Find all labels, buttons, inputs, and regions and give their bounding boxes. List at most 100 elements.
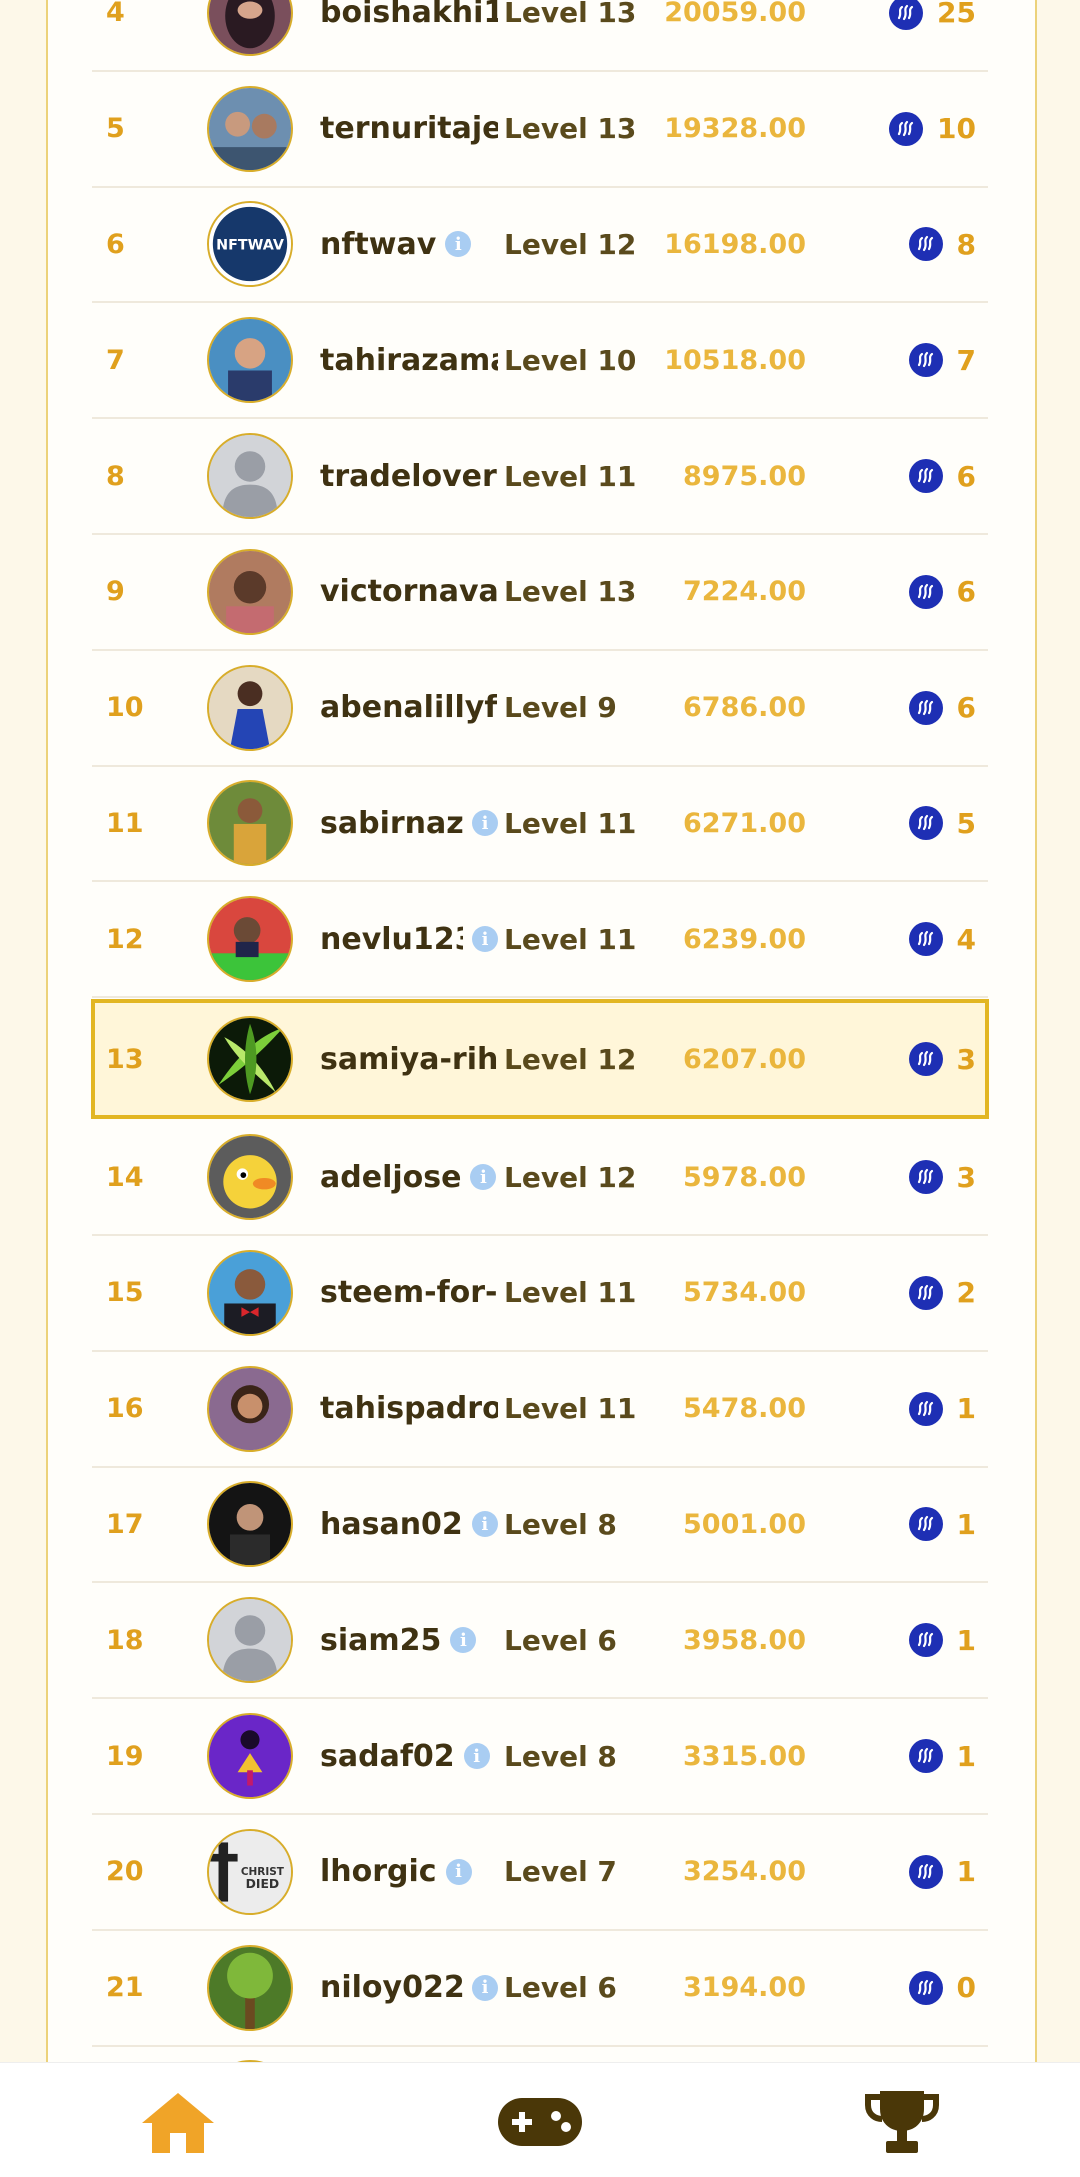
leaderboard-row[interactable]: 18 siam25 i Level 6 3958.00 1 bbox=[92, 1583, 988, 1700]
rank-number: 9 bbox=[106, 576, 125, 608]
username-cell[interactable]: steem-for- bbox=[320, 1236, 498, 1350]
leaderboard-row[interactable]: 6 NFTWAV nftwav i Level 12 16198.00 8 bbox=[92, 188, 988, 304]
user-avatar[interactable]: CHRIST DIED bbox=[207, 1828, 293, 1915]
username-cell[interactable]: nevlu123 i bbox=[320, 882, 498, 996]
user-level: Level 6 bbox=[504, 1971, 617, 2005]
username[interactable]: steem-for- bbox=[320, 1275, 498, 1310]
info-icon[interactable]: i bbox=[470, 1164, 497, 1191]
nav-games-button[interactable] bbox=[495, 2085, 585, 2159]
rank-number: 19 bbox=[106, 1740, 144, 1772]
username-cell[interactable]: abenalillyf bbox=[320, 651, 498, 765]
username-cell[interactable]: tahispadro bbox=[320, 1352, 498, 1466]
username[interactable]: samiya-rih bbox=[320, 1042, 498, 1077]
leaderboard-row[interactable]: 16 tahispadro Level 11 5478.00 1 bbox=[92, 1352, 988, 1468]
steem-reward: 4 bbox=[908, 882, 976, 996]
rank-number: 17 bbox=[106, 1508, 144, 1540]
user-avatar[interactable] bbox=[207, 780, 293, 867]
username[interactable]: ternuritajes bbox=[320, 111, 498, 146]
info-icon[interactable]: i bbox=[445, 231, 472, 258]
username[interactable]: victornava bbox=[320, 574, 498, 609]
leaderboard-row[interactable]: 12 nevlu123 i Level 11 6239.00 4 bbox=[92, 882, 988, 999]
info-icon[interactable]: i bbox=[445, 1858, 472, 1885]
info-icon[interactable]: i bbox=[472, 810, 498, 837]
username-cell[interactable]: sabirnaz i bbox=[320, 767, 498, 881]
leaderboard-row[interactable]: 17 hasan02 i Level 8 5001.00 1 bbox=[92, 1468, 988, 1584]
leaderboard-row[interactable]: 11 sabirnaz i Level 11 6271.00 5 bbox=[92, 767, 988, 883]
username[interactable]: boishakhi12 bbox=[320, 0, 498, 30]
reward-amount: 8 bbox=[956, 227, 976, 261]
leaderboard-row[interactable]: 20 CHRIST DIED lhorgic i Level 7 3254.00 1 bbox=[92, 1815, 988, 1931]
user-avatar[interactable] bbox=[207, 1016, 293, 1103]
username-cell[interactable]: victornava bbox=[320, 535, 498, 649]
username-cell[interactable]: nftwav i bbox=[320, 188, 498, 302]
username[interactable]: siam25 bbox=[320, 1623, 441, 1658]
home-icon bbox=[142, 2093, 214, 2153]
username[interactable]: lhorgic bbox=[320, 1854, 437, 1889]
username-cell[interactable]: tahirazaman bbox=[320, 303, 498, 417]
username[interactable]: sadaf02 bbox=[320, 1739, 455, 1774]
username-cell[interactable]: adeljose i bbox=[320, 1120, 498, 1234]
username[interactable]: nftwav bbox=[320, 227, 436, 262]
user-avatar[interactable] bbox=[207, 548, 293, 635]
reward-amount: 3 bbox=[956, 1042, 976, 1076]
username[interactable]: hasan02 bbox=[320, 1507, 463, 1542]
username[interactable]: abenalillyf bbox=[320, 690, 497, 725]
user-avatar[interactable] bbox=[207, 896, 293, 983]
username-cell[interactable]: samiya-rih bbox=[320, 1000, 498, 1118]
leaderboard-row[interactable]: 21 niloy022 i Level 6 3194.00 0 bbox=[92, 1931, 988, 2047]
user-avatar[interactable] bbox=[207, 0, 293, 56]
leaderboard-row[interactable]: 5 ternuritajesLevel 13 19328.00 10 bbox=[92, 72, 988, 188]
steem-reward: 7 bbox=[908, 303, 976, 417]
username[interactable]: tahirazaman bbox=[320, 343, 498, 378]
leaderboard-row[interactable]: 10 abenalillyf Level 9 6786.00 6 bbox=[92, 651, 988, 767]
user-avatar[interactable] bbox=[207, 664, 293, 751]
username-cell[interactable]: lhorgic i bbox=[320, 1815, 498, 1929]
username[interactable]: sabirnaz bbox=[320, 806, 463, 841]
username[interactable]: nevlu123 bbox=[320, 922, 463, 957]
user-avatar[interactable] bbox=[207, 433, 293, 520]
info-icon[interactable]: i bbox=[471, 1511, 498, 1538]
user-avatar[interactable]: NFTWAV bbox=[207, 201, 293, 288]
username-cell[interactable]: hasan02 i bbox=[320, 1468, 498, 1582]
user-level: Level 9 bbox=[504, 691, 617, 725]
nav-home-button[interactable] bbox=[133, 2085, 223, 2159]
user-avatar[interactable] bbox=[207, 1134, 293, 1221]
leaderboard-row[interactable]: 8 tradelover Level 11 8975.00 6 bbox=[92, 419, 988, 535]
username[interactable]: tahispadro bbox=[320, 1391, 498, 1426]
rank-number: 4 bbox=[106, 0, 125, 29]
nav-leaderboard-button[interactable] bbox=[857, 2085, 947, 2159]
user-avatar[interactable] bbox=[207, 85, 293, 172]
username-cell[interactable]: sadaf02 i bbox=[320, 1699, 498, 1813]
username-cell[interactable]: siam25 i bbox=[320, 1583, 498, 1697]
user-avatar[interactable] bbox=[207, 1944, 293, 2031]
user-avatar[interactable] bbox=[207, 317, 293, 404]
leaderboard-row[interactable]: 14 adeljose i Level 12 5978.00 3 bbox=[92, 1120, 988, 1236]
username-cell[interactable]: niloy022 i bbox=[320, 1931, 498, 2045]
leaderboard-row-current-user[interactable]: 13 samiya-rih Level 12 6207.00 3 bbox=[91, 999, 989, 1120]
user-avatar[interactable] bbox=[207, 1249, 293, 1336]
info-icon[interactable]: i bbox=[472, 1974, 498, 2001]
user-avatar[interactable] bbox=[207, 1365, 293, 1452]
leaderboard-row[interactable]: 4 boishakhi12Level 13 20059.00 25 bbox=[92, 0, 988, 72]
leaderboard-row[interactable]: 9 victornava Level 13 7224.00 6 bbox=[92, 535, 988, 651]
user-avatar[interactable] bbox=[207, 1597, 293, 1684]
leaderboard-row[interactable]: 15 steem-for- Level 11 5734.00 2 bbox=[92, 1236, 988, 1352]
bottom-navigation bbox=[0, 2062, 1080, 2177]
steem-icon bbox=[889, 111, 924, 146]
steem-reward: 10 bbox=[889, 72, 976, 186]
info-icon[interactable]: i bbox=[463, 1743, 490, 1770]
user-avatar[interactable] bbox=[207, 1713, 293, 1800]
leaderboard-row[interactable]: 19 sadaf02 i Level 8 3315.00 1 bbox=[92, 1699, 988, 1815]
info-icon[interactable]: i bbox=[472, 926, 498, 953]
info-icon[interactable]: i bbox=[450, 1627, 477, 1654]
username[interactable]: adeljose bbox=[320, 1160, 461, 1195]
username[interactable]: niloy022 bbox=[320, 1970, 463, 2005]
rank-number: 7 bbox=[106, 344, 125, 376]
user-avatar[interactable] bbox=[207, 1481, 293, 1568]
username-cell[interactable]: boishakhi12 bbox=[320, 0, 498, 70]
username-cell[interactable]: ternuritajes bbox=[320, 72, 498, 186]
rank-number: 6 bbox=[106, 228, 125, 260]
username[interactable]: tradelover bbox=[320, 459, 497, 494]
leaderboard-row[interactable]: 7 tahirazamanLevel 10 10518.00 7 bbox=[92, 303, 988, 420]
username-cell[interactable]: tradelover bbox=[320, 419, 498, 533]
